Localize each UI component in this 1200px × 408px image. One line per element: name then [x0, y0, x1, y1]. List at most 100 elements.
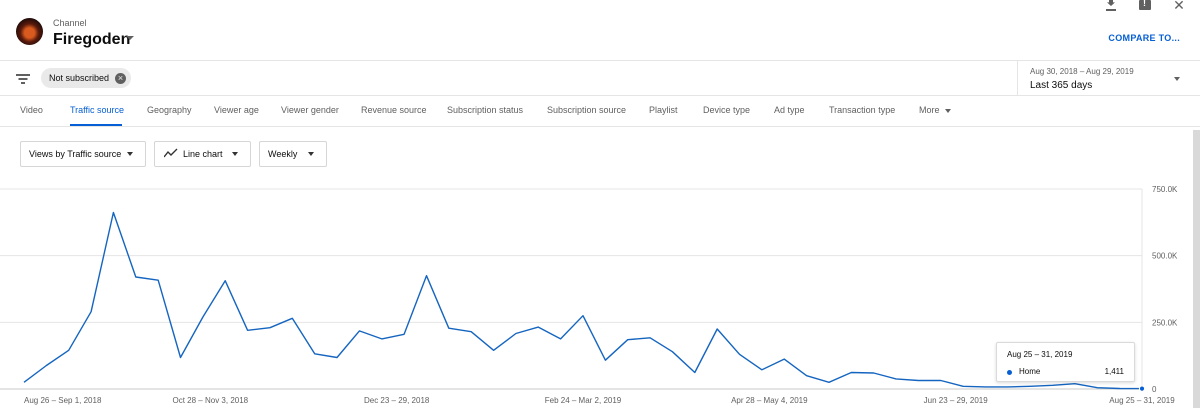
data-point[interactable]: [313, 352, 317, 356]
chevron-down-icon: [944, 108, 951, 113]
data-point[interactable]: [514, 332, 518, 336]
chevron-down-icon: [232, 152, 238, 156]
data-point[interactable]: [536, 325, 540, 329]
tooltip-value: 1,411: [1104, 367, 1124, 376]
data-point[interactable]: [983, 385, 987, 389]
tab-video[interactable]: Video: [20, 105, 43, 115]
y-tick-label: 750.0K: [1152, 185, 1178, 194]
data-point[interactable]: [1095, 386, 1099, 390]
data-point[interactable]: [827, 380, 831, 384]
data-point[interactable]: [626, 338, 630, 342]
data-point[interactable]: [603, 358, 607, 362]
data-point[interactable]: [782, 357, 786, 361]
tab-subscription-source[interactable]: Subscription source: [547, 105, 626, 115]
data-point[interactable]: [246, 328, 250, 332]
close-icon[interactable]: ✕: [1172, 0, 1186, 12]
tab-traffic-source[interactable]: Traffic source: [70, 105, 124, 115]
date-range-text: Aug 30, 2018 – Aug 29, 2019: [1030, 67, 1134, 76]
filter-chip[interactable]: Not subscribed ×: [41, 68, 132, 88]
data-point[interactable]: [715, 327, 719, 331]
data-point[interactable]: [693, 370, 697, 374]
data-point[interactable]: [89, 310, 93, 314]
data-point[interactable]: [424, 274, 428, 278]
x-tick-label: Aug 25 – 31, 2019: [1109, 396, 1175, 405]
data-point[interactable]: [961, 384, 965, 388]
data-point[interactable]: [894, 377, 898, 381]
filter-icon[interactable]: [16, 74, 30, 84]
data-point[interactable]: [380, 337, 384, 341]
data-point[interactable]: [134, 275, 138, 279]
data-point[interactable]: [916, 378, 920, 382]
page-scrollbar[interactable]: [1193, 130, 1200, 408]
tab-revenue-source[interactable]: Revenue source: [361, 105, 427, 115]
metric-dropdown[interactable]: Views by Traffic source: [20, 141, 146, 167]
x-tick-label: Oct 28 – Nov 3, 2018: [173, 396, 249, 405]
chart-type-label: Line chart: [183, 149, 223, 159]
top-actions: ✕: [1104, 0, 1186, 14]
data-point[interactable]: [872, 371, 876, 375]
filter-bar: Not subscribed × Aug 30, 2018 – Aug 29, …: [0, 60, 1200, 96]
tab-more[interactable]: More: [919, 105, 951, 115]
active-tab-indicator: [70, 124, 122, 126]
data-point[interactable]: [67, 348, 71, 352]
data-point[interactable]: [1118, 386, 1122, 390]
data-point[interactable]: [335, 356, 339, 360]
highlighted-data-point[interactable]: [1138, 385, 1146, 392]
y-tick-label: 250.0K: [1152, 318, 1178, 327]
data-point[interactable]: [290, 316, 294, 320]
tab-viewer-age[interactable]: Viewer age: [214, 105, 259, 115]
x-tick-label: Apr 28 – May 4, 2019: [731, 396, 808, 405]
data-point[interactable]: [760, 368, 764, 372]
chevron-down-icon[interactable]: [126, 36, 134, 40]
data-point[interactable]: [447, 326, 451, 330]
tab-subscription-status[interactable]: Subscription status: [447, 105, 523, 115]
channel-avatar[interactable]: [16, 18, 43, 45]
feedback-icon[interactable]: [1138, 0, 1152, 12]
x-tick-label: Feb 24 – Mar 2, 2019: [545, 396, 622, 405]
data-point[interactable]: [1006, 385, 1010, 389]
tab-more-label: More: [919, 105, 940, 115]
tab-viewer-gender[interactable]: Viewer gender: [281, 105, 339, 115]
data-point[interactable]: [111, 210, 115, 214]
tab-transaction-type[interactable]: Transaction type: [829, 105, 895, 115]
data-point[interactable]: [469, 330, 473, 334]
tooltip-series-name: Home: [1019, 367, 1041, 376]
series-dot-icon: [1007, 370, 1012, 375]
tab-geography[interactable]: Geography: [147, 105, 192, 115]
data-point[interactable]: [1028, 384, 1032, 388]
tab-device-type[interactable]: Device type: [703, 105, 750, 115]
data-point[interactable]: [1051, 383, 1055, 387]
date-range-selector[interactable]: Aug 30, 2018 – Aug 29, 2019 Last 365 day…: [1017, 61, 1200, 95]
data-point[interactable]: [849, 370, 853, 374]
chip-remove-icon[interactable]: ×: [115, 73, 127, 84]
data-point[interactable]: [223, 279, 227, 283]
download-icon[interactable]: [1104, 0, 1118, 12]
data-point[interactable]: [1073, 382, 1077, 386]
channel-name[interactable]: Firegoden: [53, 31, 130, 49]
data-point[interactable]: [559, 337, 563, 341]
data-point[interactable]: [939, 378, 943, 382]
data-point[interactable]: [201, 315, 205, 319]
data-point[interactable]: [648, 336, 652, 340]
y-tick-label: 0: [1152, 385, 1157, 394]
data-point[interactable]: [738, 352, 742, 356]
compare-to-button[interactable]: COMPARE TO...: [1108, 33, 1180, 43]
tab-ad-type[interactable]: Ad type: [774, 105, 805, 115]
period-dropdown[interactable]: Weekly: [259, 141, 327, 167]
data-point[interactable]: [179, 356, 183, 360]
data-point[interactable]: [357, 329, 361, 333]
data-point[interactable]: [44, 364, 48, 368]
data-point[interactable]: [22, 380, 26, 384]
chart-type-dropdown[interactable]: Line chart: [154, 141, 251, 167]
chevron-down-icon: [1174, 77, 1180, 81]
series-line-home[interactable]: [23, 211, 1143, 390]
data-point[interactable]: [492, 348, 496, 352]
data-point[interactable]: [156, 278, 160, 282]
report-tabs: Video Traffic source Geography Viewer ag…: [0, 96, 1200, 127]
tab-playlist[interactable]: Playlist: [649, 105, 678, 115]
data-point[interactable]: [670, 350, 674, 354]
data-point[interactable]: [581, 314, 585, 318]
data-point[interactable]: [268, 326, 272, 330]
data-point[interactable]: [402, 332, 406, 336]
data-point[interactable]: [805, 374, 809, 378]
